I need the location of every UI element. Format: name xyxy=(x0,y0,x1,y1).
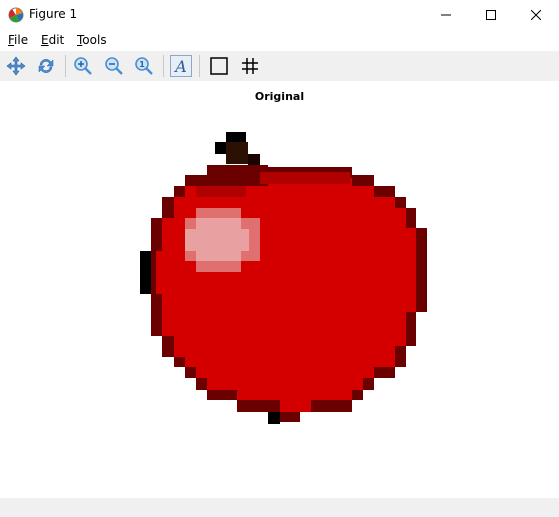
apple-image xyxy=(140,132,427,424)
apple-bottom xyxy=(268,412,280,424)
pan-button[interactable] xyxy=(3,53,29,79)
apple-stem xyxy=(226,132,246,142)
apple-stem xyxy=(215,142,226,154)
apple-highlight xyxy=(196,218,241,261)
apple-shading xyxy=(260,172,350,184)
menu-tools[interactable]: Tools xyxy=(77,33,107,47)
svg-text:1: 1 xyxy=(139,60,145,69)
apple-edge xyxy=(140,251,151,294)
pan-icon xyxy=(6,56,26,76)
zoom-in-icon xyxy=(74,57,92,75)
maximize-icon xyxy=(486,10,496,20)
window-title: Figure 1 xyxy=(29,7,78,21)
menu-file[interactable]: File xyxy=(8,33,28,47)
zoom-fit-icon: 1 xyxy=(135,57,153,75)
zoom-out-button[interactable] xyxy=(101,53,127,79)
maximize-button[interactable] xyxy=(468,0,514,30)
toolbar-separator xyxy=(163,55,164,77)
grid-icon xyxy=(242,58,258,74)
minimize-icon xyxy=(441,14,451,16)
menu-edit-mnemonic: E xyxy=(41,33,49,47)
menu-bar: File Edit Tools xyxy=(0,30,559,51)
status-bar xyxy=(0,498,559,517)
rectangle-button[interactable] xyxy=(206,53,232,79)
zoom-fit-button[interactable]: 1 xyxy=(131,53,157,79)
refresh-icon xyxy=(38,59,54,73)
apple-shading xyxy=(196,186,246,197)
menu-edit[interactable]: Edit xyxy=(41,33,64,47)
toolbar-separator xyxy=(199,55,200,77)
close-button[interactable] xyxy=(513,0,559,30)
refresh-button[interactable] xyxy=(33,53,59,79)
figure-window: Figure 1 File Edit Tools 1 A Original xyxy=(0,0,559,517)
apple-stem xyxy=(226,142,248,164)
plot-title: Original xyxy=(254,90,305,103)
menu-edit-label: dit xyxy=(48,33,65,47)
rectangle-icon xyxy=(210,57,228,75)
svg-text:A: A xyxy=(173,57,187,76)
minimize-button[interactable] xyxy=(423,0,469,30)
text-button[interactable]: A xyxy=(168,53,194,79)
toolbar: 1 A xyxy=(0,51,559,81)
grid-button[interactable] xyxy=(237,53,263,79)
matplotlib-logo-icon xyxy=(8,7,24,23)
menu-tools-label: ools xyxy=(82,33,107,47)
zoom-in-button[interactable] xyxy=(70,53,96,79)
figure-canvas[interactable]: Original xyxy=(0,81,559,498)
toolbar-separator xyxy=(65,55,66,77)
zoom-out-icon xyxy=(105,57,123,75)
title-bar: Figure 1 xyxy=(0,0,559,30)
close-icon xyxy=(531,10,541,20)
text-icon: A xyxy=(170,55,192,77)
menu-file-label: ile xyxy=(14,33,29,47)
